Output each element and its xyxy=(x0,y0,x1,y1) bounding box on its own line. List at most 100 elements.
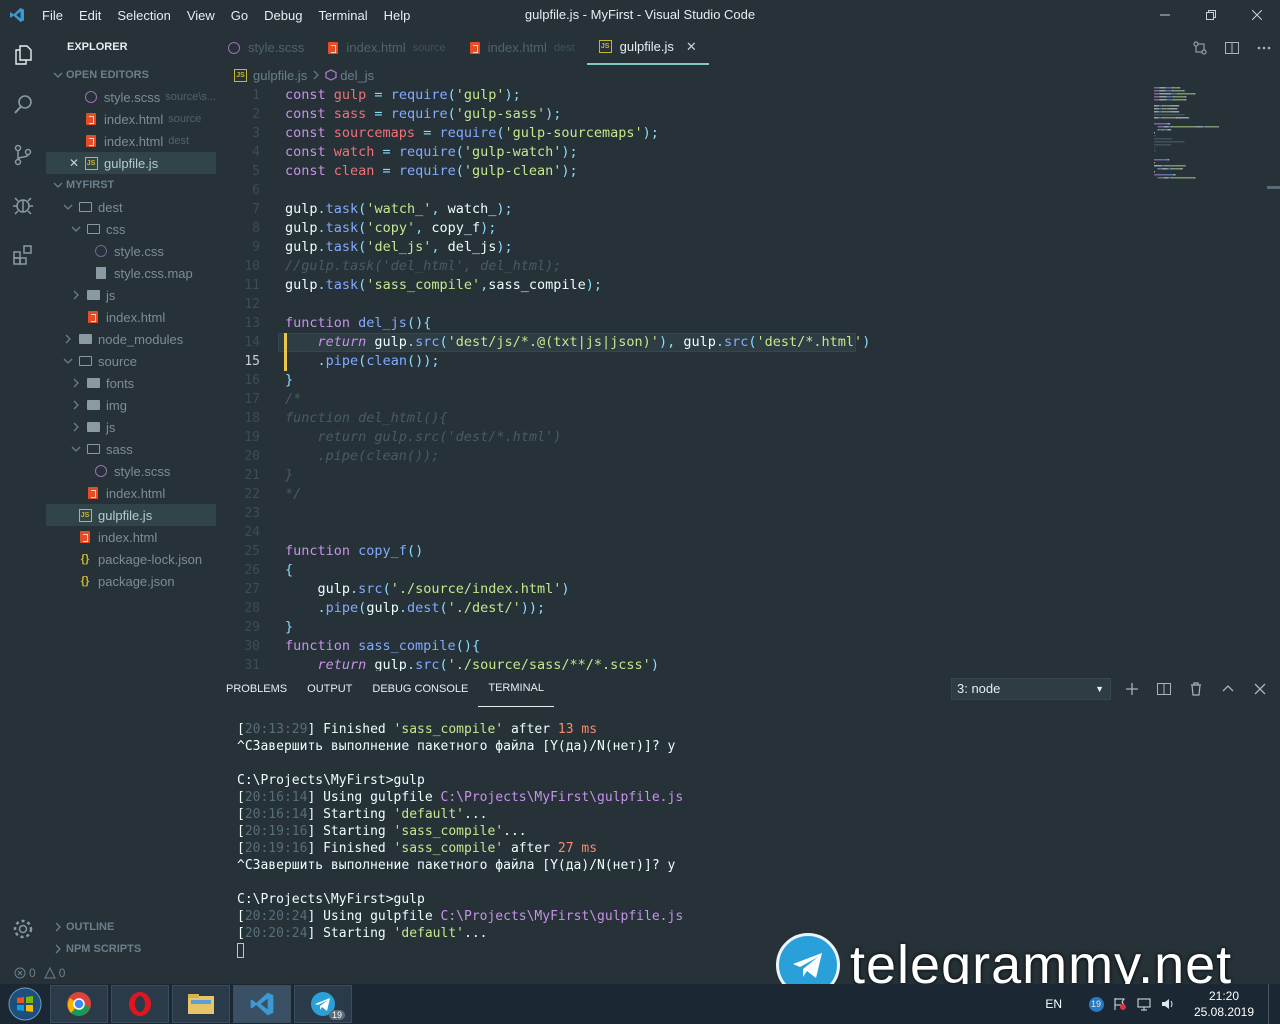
tab-problems[interactable]: PROBLEMS xyxy=(216,671,297,707)
settings-gear-icon[interactable] xyxy=(0,904,46,954)
tab-style-scss[interactable]: style.scss xyxy=(216,30,316,65)
tree-item[interactable]: {} package.json xyxy=(46,570,216,592)
code-line: 13 function del_js(){ xyxy=(216,314,1280,333)
minimap-line xyxy=(1173,99,1185,101)
tree-item[interactable]: {} package-lock.json xyxy=(46,548,216,570)
tab-index-html[interactable]: index.html dest xyxy=(458,30,587,65)
menu-help[interactable]: Help xyxy=(376,8,419,23)
tree-item[interactable]: style.css.map xyxy=(46,262,216,284)
tree-item[interactable]: style.scss xyxy=(46,460,216,482)
menu-selection[interactable]: Selection xyxy=(109,8,178,23)
terminal-select[interactable]: 3: node ▼ xyxy=(951,678,1111,700)
tree-item[interactable]: index.html xyxy=(46,306,216,328)
tree-item[interactable]: dest xyxy=(46,196,216,218)
code-token: gulp xyxy=(683,334,716,350)
open-changes-icon[interactable] xyxy=(1184,40,1216,56)
close-panel-icon[interactable] xyxy=(1244,683,1276,695)
outline-header[interactable]: OUTLINE xyxy=(46,916,216,938)
menu-terminal[interactable]: Terminal xyxy=(310,8,375,23)
explorer-icon[interactable] xyxy=(0,30,46,80)
tree-item[interactable]: img xyxy=(46,394,216,416)
npm-scripts-header[interactable]: NPM SCRIPTS xyxy=(46,938,216,960)
breadcrumb-symbol[interactable]: del_js xyxy=(340,68,374,83)
taskbar-opera[interactable] xyxy=(111,985,169,1023)
tree-item[interactable]: index.html xyxy=(46,482,216,504)
open-editor-item[interactable]: index.html dest xyxy=(46,130,216,152)
more-actions-icon[interactable] xyxy=(1248,40,1280,56)
close-window-button[interactable] xyxy=(1234,0,1280,30)
chevron-right-icon xyxy=(68,422,84,432)
editor-scrollbar[interactable] xyxy=(1267,186,1280,189)
minimize-button[interactable] xyxy=(1142,0,1188,30)
minimap-line xyxy=(1163,177,1168,179)
menu-edit[interactable]: Edit xyxy=(71,8,109,23)
split-editor-icon[interactable] xyxy=(1216,40,1248,56)
clock[interactable]: 21:20 25.08.2019 xyxy=(1180,988,1268,1020)
minimap-line xyxy=(1172,87,1179,89)
menu-go[interactable]: Go xyxy=(223,8,256,23)
new-terminal-icon[interactable] xyxy=(1116,682,1148,696)
open-editors-header[interactable]: OPEN EDITORS xyxy=(46,64,216,86)
code-token: = xyxy=(415,125,440,141)
menu-view[interactable]: View xyxy=(179,8,223,23)
source-control-icon[interactable] xyxy=(0,130,46,180)
menu-file[interactable]: File xyxy=(34,8,71,23)
taskbar-telegram[interactable]: 19 xyxy=(294,985,352,1023)
split-terminal-icon[interactable] xyxy=(1148,682,1180,696)
tree-item[interactable]: node_modules xyxy=(46,328,216,350)
code-token: ( xyxy=(382,581,391,597)
chevron-down-icon xyxy=(68,224,84,234)
terminal-output[interactable]: [20:13:29] Finished 'sass_compile' after… xyxy=(237,721,683,959)
minimap[interactable] xyxy=(1152,85,1262,195)
taskbar-vscode[interactable] xyxy=(233,985,291,1023)
menu-debug[interactable]: Debug xyxy=(256,8,310,23)
code-token: './dest/' xyxy=(447,600,521,616)
code-token: ); xyxy=(561,144,578,160)
tab-debug-console[interactable]: DEBUG CONSOLE xyxy=(362,671,478,707)
start-button[interactable] xyxy=(0,984,50,1024)
tab-terminal[interactable]: TERMINAL xyxy=(478,671,554,707)
tree-item[interactable]: index.html xyxy=(46,526,216,548)
folder-icon xyxy=(86,422,100,432)
tree-item[interactable]: source xyxy=(46,350,216,372)
search-icon[interactable] xyxy=(0,80,46,130)
code-line: 19 return gulp.src('dest/*.html') xyxy=(216,428,1280,447)
line-number: 19 xyxy=(244,430,260,445)
taskbar-file-explorer[interactable] xyxy=(172,985,230,1023)
trash-icon[interactable] xyxy=(1180,682,1212,696)
tree-item[interactable]: js xyxy=(46,416,216,438)
close-icon[interactable]: ✕ xyxy=(66,156,82,170)
open-editor-item[interactable]: ✕ JS gulpfile.js xyxy=(46,152,216,174)
volume-icon[interactable] xyxy=(1156,997,1180,1011)
warning-count[interactable]: 0 xyxy=(59,966,66,980)
breadcrumb-file[interactable]: gulpfile.js xyxy=(253,68,307,83)
project-header[interactable]: MYFIRST xyxy=(46,174,216,196)
show-desktop-button[interactable] xyxy=(1268,984,1280,1024)
tree-item[interactable]: JS gulpfile.js xyxy=(46,504,216,526)
code-token: . xyxy=(715,334,724,350)
tree-item[interactable]: fonts xyxy=(46,372,216,394)
error-count[interactable]: 0 xyxy=(29,966,36,980)
tray-badge-icon[interactable]: 19 xyxy=(1084,996,1108,1012)
tab-output[interactable]: OUTPUT xyxy=(297,671,362,707)
maximize-panel-icon[interactable] xyxy=(1212,682,1244,696)
restore-button[interactable] xyxy=(1188,0,1234,30)
tree-item[interactable]: css xyxy=(46,218,216,240)
tree-item[interactable]: js xyxy=(46,284,216,306)
network-icon[interactable] xyxy=(1132,997,1156,1011)
terminal-token: ... xyxy=(464,807,488,822)
code-editor[interactable]: 1 const gulp = require('gulp'); 2 const sas… xyxy=(216,85,1280,671)
extensions-icon[interactable] xyxy=(0,230,46,280)
open-editor-item[interactable]: index.html source xyxy=(46,108,216,130)
tree-item[interactable]: style.css xyxy=(46,240,216,262)
debug-icon[interactable] xyxy=(0,180,46,230)
minimap-line xyxy=(1154,96,1160,98)
open-editor-item[interactable]: style.scss source\s... xyxy=(46,86,216,108)
tab-gulpfile-js[interactable]: JS gulpfile.js ✕ xyxy=(586,30,709,65)
security-flag-icon[interactable] xyxy=(1108,997,1132,1011)
close-tab-icon[interactable]: ✕ xyxy=(686,39,697,55)
language-indicator[interactable]: EN xyxy=(1045,997,1062,1011)
tab-index-html[interactable]: index.html source xyxy=(316,30,457,65)
taskbar-chrome[interactable] xyxy=(50,985,108,1023)
tree-item[interactable]: sass xyxy=(46,438,216,460)
